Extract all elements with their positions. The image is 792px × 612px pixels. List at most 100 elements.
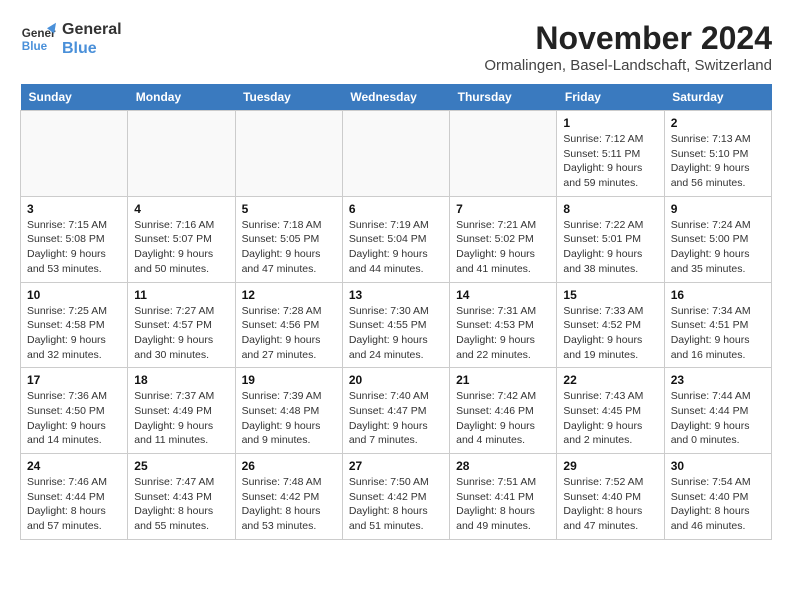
calendar-cell: 24 Sunrise: 7:46 AM Sunset: 4:44 PM Dayli… xyxy=(21,454,128,540)
day-of-week-thursday: Thursday xyxy=(450,84,557,111)
day-info: Sunrise: 7:28 AM Sunset: 4:56 PM Dayligh… xyxy=(242,304,336,363)
day-number: 14 xyxy=(456,288,550,302)
day-number: 28 xyxy=(456,459,550,473)
calendar-week-5: 24 Sunrise: 7:46 AM Sunset: 4:44 PM Dayli… xyxy=(21,454,772,540)
day-of-week-friday: Friday xyxy=(557,84,664,111)
day-info: Sunrise: 7:16 AM Sunset: 5:07 PM Dayligh… xyxy=(134,218,228,277)
day-info: Sunrise: 7:30 AM Sunset: 4:55 PM Dayligh… xyxy=(349,304,443,363)
day-info: Sunrise: 7:43 AM Sunset: 4:45 PM Dayligh… xyxy=(563,389,657,448)
day-info: Sunrise: 7:27 AM Sunset: 4:57 PM Dayligh… xyxy=(134,304,228,363)
day-info: Sunrise: 7:15 AM Sunset: 5:08 PM Dayligh… xyxy=(27,218,121,277)
calendar-cell: 26Sunrise: 7:48 AM Sunset: 4:42 PM Dayli… xyxy=(235,454,342,540)
day-info: Sunrise: 7:46 AM Sunset: 4:44 PM Dayligh… xyxy=(27,475,121,534)
calendar-week-3: 10Sunrise: 7:25 AM Sunset: 4:58 PM Dayli… xyxy=(21,282,772,368)
day-info: Sunrise: 7:42 AM Sunset: 4:46 PM Dayligh… xyxy=(456,389,550,448)
day-info: Sunrise: 7:12 AM Sunset: 5:11 PM Dayligh… xyxy=(563,132,657,191)
day-number: 1 xyxy=(563,116,657,130)
day-number: 18 xyxy=(134,373,228,387)
day-info: Sunrise: 7:13 AM Sunset: 5:10 PM Dayligh… xyxy=(671,132,765,191)
calendar: SundayMondayTuesdayWednesdayThursdayFrid… xyxy=(20,84,772,540)
page-header: General Blue General Blue November 2024 … xyxy=(20,20,772,74)
day-of-week-monday: Monday xyxy=(128,84,235,111)
calendar-cell: 28Sunrise: 7:51 AM Sunset: 4:41 PM Dayli… xyxy=(450,454,557,540)
day-number: 9 xyxy=(671,202,765,216)
calendar-cell: 9 Sunrise: 7:24 AM Sunset: 5:00 PM Daylig… xyxy=(664,196,771,282)
calendar-cell: 27Sunrise: 7:50 AM Sunset: 4:42 PM Dayli… xyxy=(342,454,449,540)
day-number: 13 xyxy=(349,288,443,302)
calendar-cell: 3 Sunrise: 7:15 AM Sunset: 5:08 PM Daylig… xyxy=(21,196,128,282)
day-info: Sunrise: 7:37 AM Sunset: 4:49 PM Dayligh… xyxy=(134,389,228,448)
calendar-header-row: SundayMondayTuesdayWednesdayThursdayFrid… xyxy=(21,84,772,111)
location-title: Ormalingen, Basel-Landschaft, Switzerlan… xyxy=(484,57,772,74)
day-number: 5 xyxy=(242,202,336,216)
day-number: 21 xyxy=(456,373,550,387)
day-info: Sunrise: 7:40 AM Sunset: 4:47 PM Dayligh… xyxy=(349,389,443,448)
calendar-cell: 2Sunrise: 7:13 AM Sunset: 5:10 PM Daylig… xyxy=(664,111,771,197)
day-number: 7 xyxy=(456,202,550,216)
calendar-cell: 6Sunrise: 7:19 AM Sunset: 5:04 PM Daylig… xyxy=(342,196,449,282)
day-number: 11 xyxy=(134,288,228,302)
logo-line2: Blue xyxy=(62,39,122,58)
day-info: Sunrise: 7:34 AM Sunset: 4:51 PM Dayligh… xyxy=(671,304,765,363)
day-info: Sunrise: 7:22 AM Sunset: 5:01 PM Dayligh… xyxy=(563,218,657,277)
calendar-week-4: 17 Sunrise: 7:36 AM Sunset: 4:50 PM Dayli… xyxy=(21,368,772,454)
day-of-week-tuesday: Tuesday xyxy=(235,84,342,111)
day-number: 4 xyxy=(134,202,228,216)
calendar-cell: 20 Sunrise: 7:40 AM Sunset: 4:47 PM Dayli… xyxy=(342,368,449,454)
calendar-cell: 18 Sunrise: 7:37 AM Sunset: 4:49 PM Dayli… xyxy=(128,368,235,454)
day-info: Sunrise: 7:24 AM Sunset: 5:00 PM Dayligh… xyxy=(671,218,765,277)
calendar-cell: 7 Sunrise: 7:21 AM Sunset: 5:02 PM Daylig… xyxy=(450,196,557,282)
month-title: November 2024 xyxy=(484,20,772,57)
calendar-cell: 12 Sunrise: 7:28 AM Sunset: 4:56 PM Dayli… xyxy=(235,282,342,368)
day-info: Sunrise: 7:31 AM Sunset: 4:53 PM Dayligh… xyxy=(456,304,550,363)
day-info: Sunrise: 7:48 AM Sunset: 4:42 PM Dayligh… xyxy=(242,475,336,534)
logo: General Blue General Blue xyxy=(20,20,122,58)
day-of-week-wednesday: Wednesday xyxy=(342,84,449,111)
calendar-cell: 23Sunrise: 7:44 AM Sunset: 4:44 PM Dayli… xyxy=(664,368,771,454)
calendar-cell: 5 Sunrise: 7:18 AM Sunset: 5:05 PM Daylig… xyxy=(235,196,342,282)
day-info: Sunrise: 7:18 AM Sunset: 5:05 PM Dayligh… xyxy=(242,218,336,277)
day-of-week-saturday: Saturday xyxy=(664,84,771,111)
day-info: Sunrise: 7:33 AM Sunset: 4:52 PM Dayligh… xyxy=(563,304,657,363)
calendar-week-2: 3 Sunrise: 7:15 AM Sunset: 5:08 PM Daylig… xyxy=(21,196,772,282)
calendar-cell xyxy=(21,111,128,197)
logo-icon: General Blue xyxy=(20,21,56,57)
day-number: 25 xyxy=(134,459,228,473)
calendar-cell: 4 Sunrise: 7:16 AM Sunset: 5:07 PM Daylig… xyxy=(128,196,235,282)
day-info: Sunrise: 7:36 AM Sunset: 4:50 PM Dayligh… xyxy=(27,389,121,448)
day-info: Sunrise: 7:47 AM Sunset: 4:43 PM Dayligh… xyxy=(134,475,228,534)
day-number: 12 xyxy=(242,288,336,302)
calendar-cell: 11 Sunrise: 7:27 AM Sunset: 4:57 PM Dayli… xyxy=(128,282,235,368)
day-number: 6 xyxy=(349,202,443,216)
day-number: 29 xyxy=(563,459,657,473)
day-of-week-sunday: Sunday xyxy=(21,84,128,111)
calendar-cell: 1 Sunrise: 7:12 AM Sunset: 5:11 PM Daylig… xyxy=(557,111,664,197)
day-number: 10 xyxy=(27,288,121,302)
day-number: 20 xyxy=(349,373,443,387)
calendar-cell: 22 Sunrise: 7:43 AM Sunset: 4:45 PM Dayli… xyxy=(557,368,664,454)
day-number: 16 xyxy=(671,288,765,302)
day-number: 19 xyxy=(242,373,336,387)
calendar-cell: 21 Sunrise: 7:42 AM Sunset: 4:46 PM Dayli… xyxy=(450,368,557,454)
day-number: 3 xyxy=(27,202,121,216)
calendar-cell: 13 Sunrise: 7:30 AM Sunset: 4:55 PM Dayli… xyxy=(342,282,449,368)
day-info: Sunrise: 7:39 AM Sunset: 4:48 PM Dayligh… xyxy=(242,389,336,448)
day-number: 24 xyxy=(27,459,121,473)
day-number: 22 xyxy=(563,373,657,387)
day-info: Sunrise: 7:21 AM Sunset: 5:02 PM Dayligh… xyxy=(456,218,550,277)
calendar-cell: 14 Sunrise: 7:31 AM Sunset: 4:53 PM Dayli… xyxy=(450,282,557,368)
calendar-cell: 15 Sunrise: 7:33 AM Sunset: 4:52 PM Dayli… xyxy=(557,282,664,368)
day-number: 15 xyxy=(563,288,657,302)
calendar-cell: 16 Sunrise: 7:34 AM Sunset: 4:51 PM Dayli… xyxy=(664,282,771,368)
calendar-cell xyxy=(450,111,557,197)
logo-line1: General xyxy=(62,20,122,39)
calendar-cell: 17 Sunrise: 7:36 AM Sunset: 4:50 PM Dayli… xyxy=(21,368,128,454)
calendar-week-1: 1 Sunrise: 7:12 AM Sunset: 5:11 PM Daylig… xyxy=(21,111,772,197)
day-info: Sunrise: 7:52 AM Sunset: 4:40 PM Dayligh… xyxy=(563,475,657,534)
calendar-cell: 8Sunrise: 7:22 AM Sunset: 5:01 PM Daylig… xyxy=(557,196,664,282)
calendar-cell: 29 Sunrise: 7:52 AM Sunset: 4:40 PM Dayli… xyxy=(557,454,664,540)
day-number: 23 xyxy=(671,373,765,387)
calendar-cell: 30Sunrise: 7:54 AM Sunset: 4:40 PM Dayli… xyxy=(664,454,771,540)
calendar-cell xyxy=(128,111,235,197)
day-number: 17 xyxy=(27,373,121,387)
